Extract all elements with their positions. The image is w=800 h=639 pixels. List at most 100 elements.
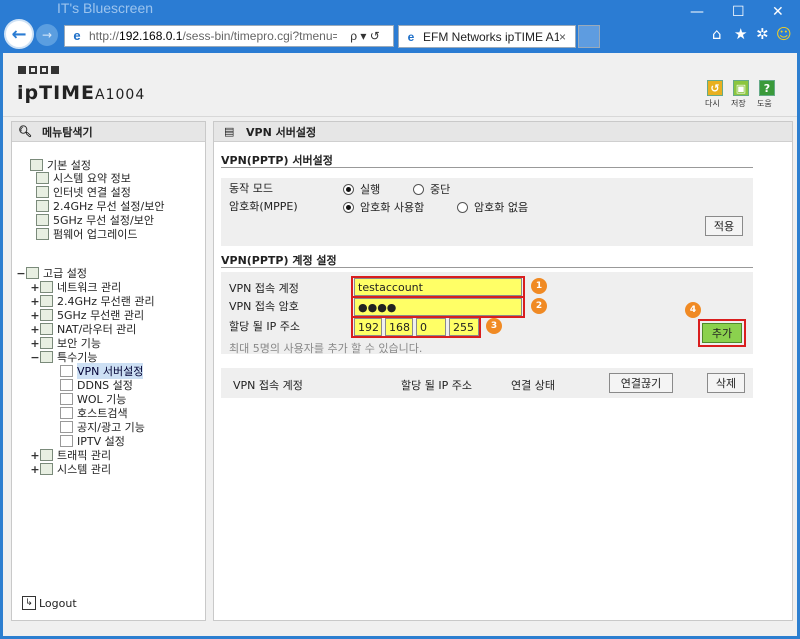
tree-item-nat[interactable]: + NAT/라우터 관리 <box>30 322 136 337</box>
radio-icon <box>457 201 468 213</box>
tree-item-wol[interactable]: WOL 기능 <box>60 392 126 406</box>
home-icon[interactable]: ⌂ <box>712 25 722 43</box>
folder-icon <box>26 267 39 279</box>
sidebar-header: 🔍︎ 메뉴탐색기 <box>12 122 205 142</box>
account-label: VPN 접속 계정 <box>229 282 299 295</box>
tree-item-traffic[interactable]: + 트래픽 관리 <box>30 448 111 463</box>
divider <box>221 267 753 268</box>
tab-close-icon[interactable]: × <box>559 30 575 44</box>
content-panel: ▤ VPN 서버설정 VPN(PPTP) 서버설정 동작 모드 실행 중단 암호… <box>213 121 793 621</box>
max-users-hint: 최대 5명의 사용자를 추가 할 수 있습니다. <box>229 342 423 355</box>
browser-chrome: IT's Bluescreen ← → e http://192.168.0.1… <box>0 0 800 53</box>
page-title: VPN 서버설정 <box>246 125 317 139</box>
router-page: ipTIMEA1004 ↺ 다시 ▣ 저장 ? 도움 🔍︎ 메뉴탐색기 기본 설… <box>3 53 797 636</box>
folder-icon <box>30 159 43 171</box>
tree-item-network[interactable]: + 네트워크 관리 <box>30 280 121 295</box>
sidebar: 🔍︎ 메뉴탐색기 기본 설정 시스템 요약 정보 인터넷 연결 설정 2.4GH… <box>11 121 206 621</box>
magnifier-icon: 🔍︎ <box>18 125 32 138</box>
radio-selected-icon <box>343 201 354 213</box>
logo: ipTIMEA1004 <box>17 82 146 104</box>
wireless-icon <box>40 309 53 321</box>
gear-icon[interactable]: ✲ <box>756 25 769 43</box>
tree-item-system[interactable]: + 시스템 관리 <box>30 462 111 477</box>
folder-icon <box>40 351 53 363</box>
tree-item-vpn[interactable]: VPN 서버설정 <box>60 363 144 379</box>
mppe-label: 암호화(MPPE) <box>229 200 298 213</box>
add-button[interactable]: 추가 <box>702 323 742 343</box>
browser-tab[interactable]: e EFM Networks ipTIME A10... × <box>398 25 576 48</box>
ip-octet-1-input[interactable]: 192 <box>354 318 382 336</box>
tree-item-advanced[interactable]: − 고급 설정 <box>16 266 87 281</box>
monitor-icon <box>36 186 49 198</box>
divider <box>221 167 753 168</box>
tree-item-ddns[interactable]: DDNS 설정 <box>60 378 133 392</box>
mode-stop-radio[interactable]: 중단 <box>413 181 450 197</box>
content-header: ▤ VPN 서버설정 <box>214 122 792 142</box>
logo-squares-icon <box>18 66 59 74</box>
tree-item-wifi24[interactable]: 2.4GHz 무선 설정/보안 <box>36 199 164 213</box>
top-icons: ↺ 다시 ▣ 저장 ? 도움 <box>705 80 777 108</box>
save-button[interactable]: ▣ 저장 <box>731 80 751 108</box>
tab-title: EFM Networks ipTIME A10... <box>423 29 559 44</box>
delete-button[interactable]: 삭제 <box>707 373 745 393</box>
traffic-icon <box>40 449 53 461</box>
lock-icon <box>40 337 53 349</box>
col-ip: 할당 될 IP 주소 <box>401 379 472 392</box>
account-settings-panel: VPN 접속 계정 testaccount 1 VPN 접속 암호 ●●●● 2… <box>221 272 753 355</box>
help-button[interactable]: ? 도움 <box>757 80 777 108</box>
arrow-left-icon: ← <box>11 23 27 45</box>
tree-item-wifi5[interactable]: 5GHz 무선 설정/보안 <box>36 213 154 227</box>
forward-button[interactable]: → <box>36 24 58 46</box>
ie-icon: e <box>407 29 415 44</box>
account-input[interactable]: testaccount <box>354 278 522 296</box>
tree-item-wlan5[interactable]: +5GHz 무선랜 관리 <box>30 308 144 323</box>
arrow-right-icon: → <box>41 28 53 42</box>
mppe-off-radio[interactable]: 암호화 없음 <box>457 199 528 215</box>
ip-octet-4-input[interactable]: 255 <box>449 318 479 336</box>
page-icon: ▤ <box>224 125 235 138</box>
new-tab-button[interactable] <box>578 25 600 48</box>
tree-item-wlan24[interactable]: +2.4GHz 무선랜 관리 <box>30 294 154 309</box>
address-controls[interactable]: ρ ▾ ↺ <box>337 29 393 43</box>
mppe-on-radio[interactable]: 암호화 사용함 <box>343 199 424 215</box>
watermark: IT's Bluescreen <box>57 0 154 16</box>
ip-octet-2-input[interactable]: 168 <box>385 318 413 336</box>
radio-icon <box>413 183 424 195</box>
tree-item-security[interactable]: + 보안 기능 <box>30 336 101 351</box>
apply-button[interactable]: 적용 <box>705 216 743 236</box>
upgrade-icon <box>36 228 49 240</box>
tree-item-summary[interactable]: 시스템 요약 정보 <box>36 171 131 185</box>
wireless-icon <box>36 214 49 226</box>
tree-item-hostscan[interactable]: 호스트검색 <box>60 406 128 420</box>
ip-octet-3-input[interactable]: 0 <box>416 318 446 336</box>
password-input[interactable]: ●●●● <box>354 298 522 316</box>
maximize-button[interactable]: ☐ <box>732 4 745 20</box>
mode-run-radio[interactable]: 실행 <box>343 181 380 197</box>
address-bar[interactable]: e http://192.168.0.1/sess-bin/timepro.cg… <box>64 25 394 47</box>
page-icon <box>60 407 73 419</box>
page-icon <box>60 421 73 433</box>
reload-button[interactable]: ↺ 다시 <box>705 80 725 108</box>
disconnect-button[interactable]: 연결끊기 <box>609 373 673 393</box>
tree-item-iptv[interactable]: IPTV 설정 <box>60 434 125 448</box>
smiley-icon[interactable]: ☺ <box>776 25 792 43</box>
tree-item-internet[interactable]: 인터넷 연결 설정 <box>36 185 131 199</box>
tree-item-firmware[interactable]: 펌웨어 업그레이드 <box>36 227 137 241</box>
network-icon <box>40 281 53 293</box>
tree-item-notice[interactable]: 공지/광고 기능 <box>60 420 145 434</box>
address-url[interactable]: http://192.168.0.1/sess-bin/timepro.cgi?… <box>89 29 337 43</box>
brand-bar: ipTIMEA1004 ↺ 다시 ▣ 저장 ? 도움 <box>3 53 797 117</box>
close-button[interactable]: ✕ <box>772 4 784 20</box>
system-icon <box>40 463 53 475</box>
logout-link[interactable]: ↳ Logout <box>22 596 77 610</box>
logout-icon: ↳ <box>22 596 36 610</box>
step-badge-1: 1 <box>531 278 547 294</box>
minimize-button[interactable]: — <box>690 4 704 20</box>
back-button[interactable]: ← <box>4 19 34 49</box>
star-icon[interactable]: ★ <box>734 25 747 43</box>
tree-item-special[interactable]: − 특수기능 <box>30 350 97 365</box>
page-icon <box>60 379 73 391</box>
reload-icon: ↺ <box>707 80 723 96</box>
wireless-icon <box>40 295 53 307</box>
server-section-title: VPN(PPTP) 서버설정 <box>221 154 333 167</box>
